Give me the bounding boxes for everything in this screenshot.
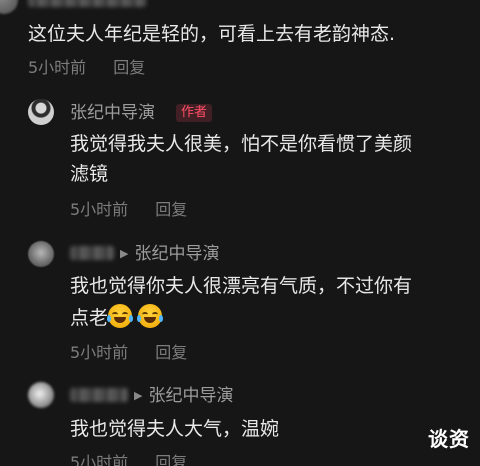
reply-arrow-icon: ▶ <box>120 247 129 260</box>
crying-laughing-emoji-icon <box>107 304 134 328</box>
comment-meta: 5小时前 回复 <box>70 453 187 466</box>
timestamp: 5小时前 <box>70 343 129 362</box>
comment-meta: 5小时前 回复 <box>70 343 187 363</box>
avatar[interactable] <box>0 0 18 14</box>
comment-text-line-2: 滤镜 <box>70 163 109 185</box>
username-blurred[interactable] <box>28 0 146 7</box>
username[interactable]: 张纪中导演 <box>70 103 155 123</box>
comment-text-line-1: 我觉得我夫人很美，怕不是你看惯了美颜 <box>70 133 413 155</box>
reply-to-username[interactable]: 张纪中导演 <box>148 386 233 406</box>
author-badge: 作者 <box>176 104 213 122</box>
comment-text-fragment: 点老 <box>70 307 109 329</box>
comment-text-line-1: 我也觉得你夫人很漂亮有气质，不过你有 <box>70 275 413 297</box>
reply-button[interactable]: 回复 <box>155 343 187 362</box>
reply-button[interactable]: 回复 <box>155 453 187 466</box>
crying-laughing-emoji-icon <box>137 304 164 328</box>
username-blurred[interactable] <box>70 388 128 402</box>
reply-button[interactable]: 回复 <box>113 58 145 77</box>
avatar[interactable] <box>28 382 54 408</box>
comment-text: 我也觉得夫人大气，温婉 <box>70 418 280 440</box>
reply-button[interactable]: 回复 <box>155 200 187 219</box>
reply-arrow-icon: ▶ <box>134 389 143 402</box>
avatar[interactable] <box>28 99 54 125</box>
timestamp: 5小时前 <box>70 200 129 219</box>
reply-header: ▶ 张纪中导演 <box>70 244 219 264</box>
comment-meta: 5小时前 回复 <box>70 200 187 220</box>
comment-text-line-2: 点老 <box>70 303 168 333</box>
comment-list: 这位夫人年纪是轻的，可看上去有老韵神态. 5小时前 回复 张纪中导演 作者 我觉… <box>0 0 480 466</box>
reply-to-username[interactable]: 张纪中导演 <box>134 244 219 264</box>
watermark-logo: 谈资 <box>428 427 470 451</box>
reply-header: ▶ 张纪中导演 <box>70 386 233 406</box>
timestamp: 5小时前 <box>70 453 129 466</box>
avatar[interactable] <box>28 241 54 267</box>
username-blurred[interactable] <box>70 246 114 260</box>
timestamp: 5小时前 <box>28 58 87 77</box>
comment-text: 这位夫人年纪是轻的，可看上去有老韵神态. <box>28 23 396 45</box>
comment-meta: 5小时前 回复 <box>28 58 145 78</box>
